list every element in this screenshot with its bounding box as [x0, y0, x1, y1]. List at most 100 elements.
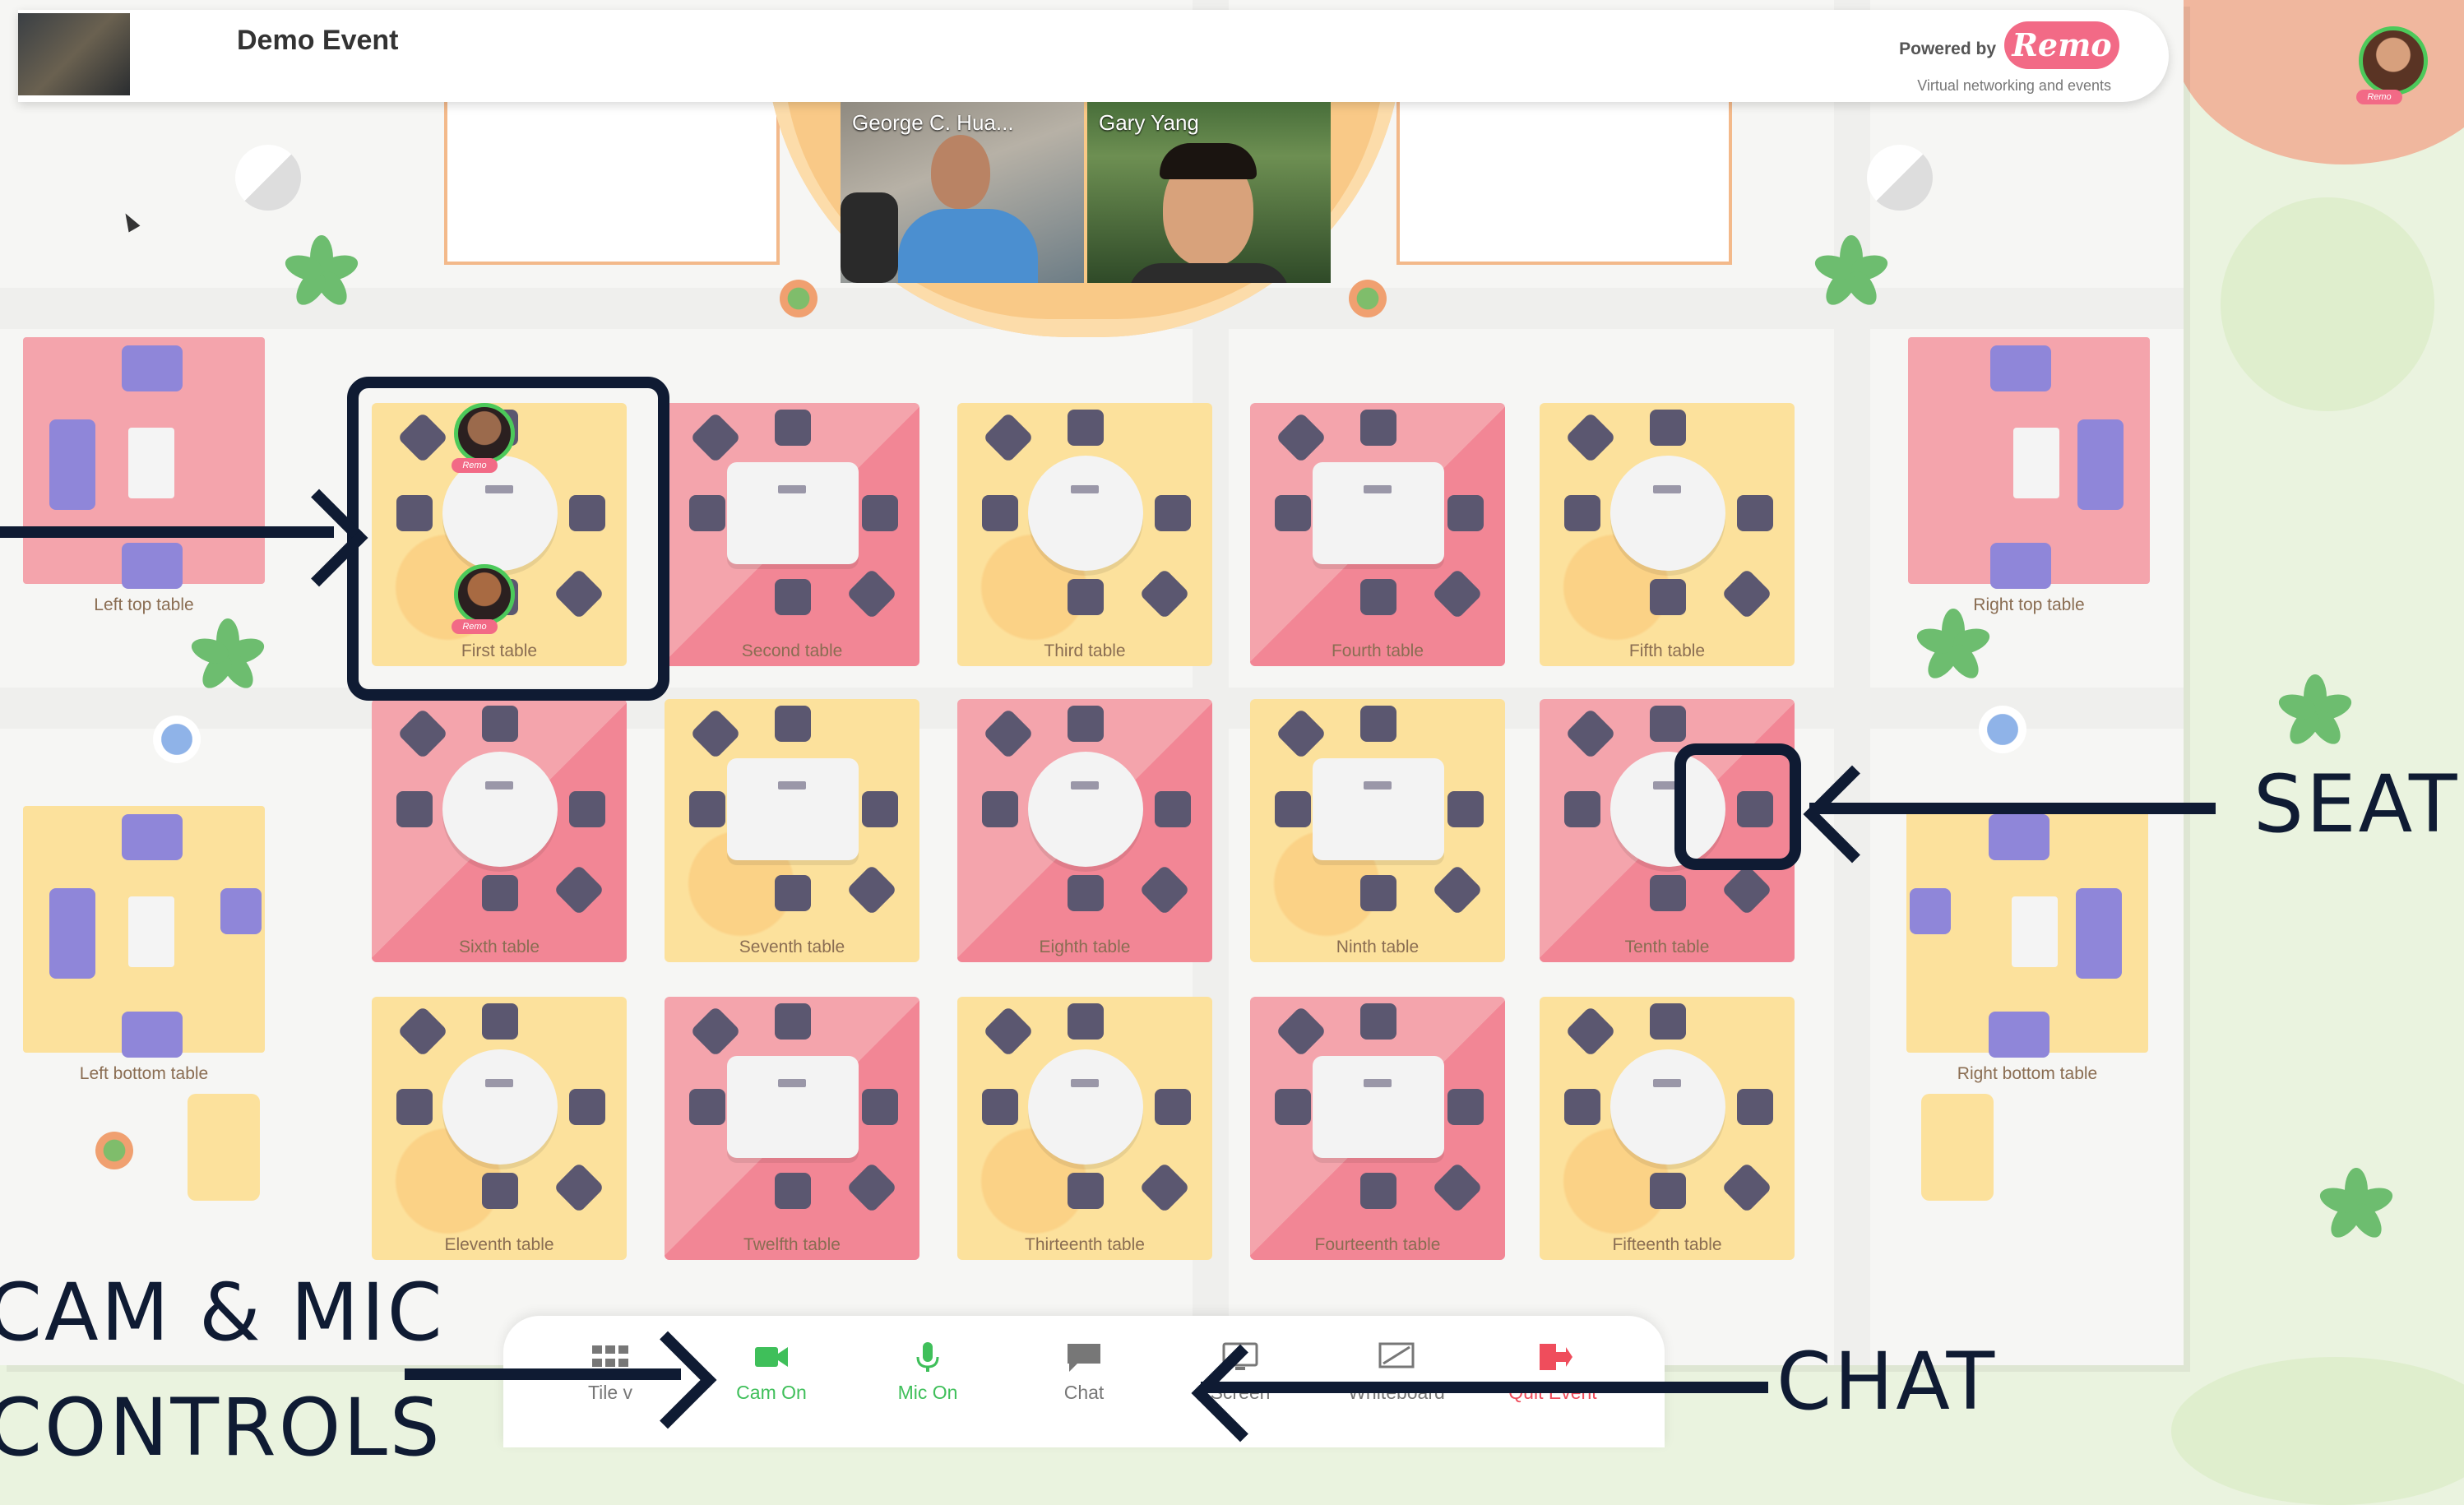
mic-button[interactable]: Mic On	[862, 1341, 993, 1404]
laptop-icon	[778, 485, 806, 493]
seat[interactable]	[1360, 1003, 1396, 1040]
seat[interactable]	[689, 495, 725, 531]
seat[interactable]	[1650, 579, 1686, 615]
decor-blob-bottom-right	[2171, 1357, 2464, 1505]
seat[interactable]	[1275, 791, 1311, 827]
table-tile[interactable]: Sixth table	[372, 699, 627, 962]
seat[interactable]	[1447, 1089, 1484, 1125]
tool-label: Chat	[1063, 1382, 1105, 1403]
seat[interactable]	[569, 791, 605, 827]
seat[interactable]	[1068, 706, 1104, 742]
whiteboard-button[interactable]: Whiteboard	[1331, 1341, 1462, 1404]
table-tile[interactable]: Fourteenth table	[1250, 997, 1505, 1260]
quit-event-button[interactable]: Quit Event	[1487, 1341, 1619, 1404]
cam-button[interactable]: Cam On	[706, 1341, 837, 1404]
seat[interactable]	[862, 1089, 898, 1125]
seat[interactable]	[1068, 1173, 1104, 1209]
seat[interactable]	[1650, 875, 1686, 911]
seat[interactable]	[1155, 1089, 1191, 1125]
seat[interactable]	[862, 791, 898, 827]
seat[interactable]	[569, 1089, 605, 1125]
seat[interactable]	[1068, 1003, 1104, 1040]
camera-icon	[755, 1347, 788, 1367]
seat[interactable]	[1737, 495, 1773, 531]
table-surface	[1028, 752, 1143, 867]
table-tile[interactable]: Second table	[665, 403, 919, 666]
table-tile[interactable]: Fifteenth table	[1540, 997, 1795, 1260]
speaker-video-tile[interactable]: George C. Hua...	[841, 102, 1084, 283]
table-tile[interactable]: Seventh table	[665, 699, 919, 962]
plant-icon	[2275, 674, 2355, 750]
seat[interactable]	[1155, 791, 1191, 827]
table-surface	[1313, 758, 1444, 860]
seat[interactable]	[1275, 1089, 1311, 1125]
seat[interactable]	[396, 1089, 433, 1125]
seat[interactable]	[982, 495, 1018, 531]
seat[interactable]	[1068, 410, 1104, 446]
table-tile[interactable]: Eleventh table	[372, 997, 627, 1260]
laptop-icon	[1071, 781, 1099, 790]
seat[interactable]	[1564, 791, 1600, 827]
seat[interactable]	[775, 1003, 811, 1040]
seat[interactable]	[775, 410, 811, 446]
seat[interactable]	[775, 579, 811, 615]
my-avatar[interactable]: Remo	[2356, 26, 2428, 104]
chat-bubble-icon	[1068, 1344, 1100, 1372]
chat-button[interactable]: Chat	[1018, 1341, 1150, 1404]
seat[interactable]	[1737, 1089, 1773, 1125]
seat[interactable]	[482, 1003, 518, 1040]
lounge-right-top[interactable]: Right top table	[1908, 337, 2150, 614]
table-tile[interactable]: Eighth table	[957, 699, 1212, 962]
seat[interactable]	[396, 791, 433, 827]
seat[interactable]	[862, 495, 898, 531]
seat[interactable]	[689, 791, 725, 827]
seat[interactable]	[1155, 495, 1191, 531]
seat[interactable]	[1447, 495, 1484, 531]
table-surface	[442, 752, 558, 867]
seat[interactable]	[1650, 1173, 1686, 1209]
seat[interactable]	[1447, 791, 1484, 827]
table-tile[interactable]: Twelfth table	[665, 997, 919, 1260]
seat[interactable]	[1564, 495, 1600, 531]
lamp-icon	[235, 145, 301, 211]
seat[interactable]	[1360, 1173, 1396, 1209]
table-surface	[727, 758, 859, 860]
seat[interactable]	[1275, 495, 1311, 531]
seat[interactable]	[482, 875, 518, 911]
seat[interactable]	[1650, 1003, 1686, 1040]
table-tile[interactable]: Fifth table	[1540, 403, 1795, 666]
seat[interactable]	[1068, 579, 1104, 615]
seat[interactable]	[982, 1089, 1018, 1125]
seat[interactable]	[1650, 706, 1686, 742]
seat[interactable]	[1650, 410, 1686, 446]
lounge-right-bottom[interactable]: Right bottom table	[1906, 806, 2148, 1083]
seat[interactable]	[482, 1173, 518, 1209]
game-table[interactable]	[1921, 1094, 1994, 1201]
table-tile[interactable]: Thirteenth table	[957, 997, 1212, 1260]
remo-logo[interactable]: Remo	[2004, 21, 2119, 69]
lounge-left-bottom[interactable]: Left bottom table	[23, 806, 265, 1083]
stage-board-right	[1396, 82, 1732, 265]
event-header: Demo Event Powered by Remo Virtual netwo…	[18, 10, 2169, 102]
speaker-video-tile[interactable]: Gary Yang	[1087, 102, 1331, 283]
game-table[interactable]	[188, 1094, 260, 1201]
seat[interactable]	[775, 875, 811, 911]
tool-label: Mic On	[897, 1382, 958, 1403]
seat[interactable]	[775, 1173, 811, 1209]
seat[interactable]	[1360, 706, 1396, 742]
seat[interactable]	[775, 706, 811, 742]
seat[interactable]	[1360, 410, 1396, 446]
lounge-left-top[interactable]: Left top table	[23, 337, 265, 614]
seat[interactable]	[1068, 875, 1104, 911]
table-tile[interactable]: Fourth table	[1250, 403, 1505, 666]
seat[interactable]	[689, 1089, 725, 1125]
table-label: Sixth table	[458, 938, 540, 956]
seat-callout: SEAT	[2253, 758, 2460, 850]
seat[interactable]	[1360, 875, 1396, 911]
table-tile[interactable]: Ninth table	[1250, 699, 1505, 962]
seat[interactable]	[982, 791, 1018, 827]
seat[interactable]	[482, 706, 518, 742]
seat[interactable]	[1564, 1089, 1600, 1125]
seat[interactable]	[1360, 579, 1396, 615]
table-tile[interactable]: Third table	[957, 403, 1212, 666]
